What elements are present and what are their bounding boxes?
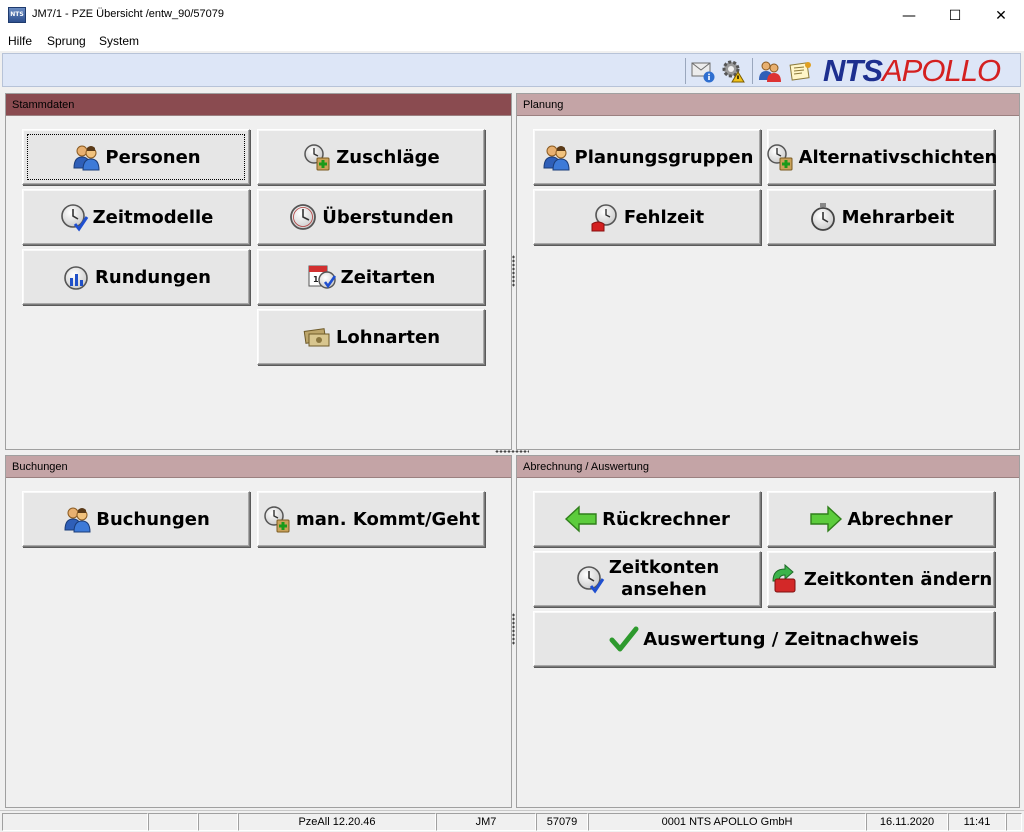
- horizontal-splitter-grip[interactable]: [495, 450, 529, 453]
- rundungen-label: Rundungen: [95, 266, 211, 288]
- clock-plus-icon: [302, 142, 332, 172]
- mehrarbeit-button[interactable]: Mehrarbeit: [767, 189, 995, 245]
- edit-account-icon: [770, 564, 800, 594]
- zuschlaege-label: Zuschläge: [336, 146, 440, 168]
- lohnarten-label: Lohnarten: [335, 326, 441, 348]
- toolbar-separator: [685, 58, 686, 84]
- zeitmodelle-button[interactable]: Zeitmodelle: [22, 189, 250, 245]
- panel-planung: Planung Planungsgruppen Alternativschich…: [516, 93, 1020, 450]
- clock-red-icon: [590, 202, 620, 232]
- status-user-id: 57079: [536, 813, 588, 831]
- zeitarten-button[interactable]: Zeitarten: [257, 249, 485, 305]
- zeitkonten-ansehen-label: Zeitkonten ansehen: [608, 557, 720, 600]
- zeitkonten-aendern-button[interactable]: Zeitkonten ändern: [767, 551, 995, 607]
- checkmark-icon: [609, 624, 639, 654]
- mehrarbeit-label: Mehrarbeit: [841, 206, 955, 228]
- mail-info-icon[interactable]: [691, 59, 715, 83]
- status-cell: [148, 813, 198, 831]
- menu-sprung[interactable]: Sprung: [47, 34, 86, 48]
- panel-header-buchungen: Buchungen: [6, 456, 511, 478]
- buchungen-button[interactable]: Buchungen: [22, 491, 250, 547]
- calendar-clock-icon: [307, 262, 337, 292]
- auswertung-zeitnachweis-label: Auswertung / Zeitnachweis: [643, 628, 919, 650]
- abrechner-label: Abrechner: [847, 508, 953, 530]
- rundungen-button[interactable]: Rundungen: [22, 249, 250, 305]
- alternativschichten-button[interactable]: Alternativschichten: [765, 129, 998, 185]
- notes-icon[interactable]: [789, 59, 813, 83]
- lohnarten-button[interactable]: Lohnarten: [257, 309, 485, 365]
- man-kommt-geht-label: man. Kommt/Geht: [296, 508, 480, 530]
- panel-header-abrechnung: Abrechnung / Auswertung: [517, 456, 1019, 478]
- planungsgruppen-label: Planungsgruppen: [574, 146, 754, 168]
- ueberstunden-button[interactable]: Überstunden: [257, 189, 485, 245]
- arrow-left-icon: [564, 504, 598, 534]
- clock-check-icon: [59, 202, 89, 232]
- status-time: 11:41: [948, 813, 1006, 831]
- fehlzeit-label: Fehlzeit: [623, 206, 705, 228]
- zeitkonten-ansehen-button[interactable]: Zeitkonten ansehen: [533, 551, 761, 607]
- window-title: JM7/1 - PZE Übersicht /entw_90/57079: [32, 8, 224, 20]
- stopwatch-icon: [808, 202, 838, 232]
- toolbar: NTSAPOLLO: [2, 53, 1021, 87]
- zeitkonten-aendern-label: Zeitkonten ändern: [803, 568, 993, 590]
- alternativschichten-label: Alternativschichten: [798, 146, 998, 168]
- auswertung-zeitnachweis-button[interactable]: Auswertung / Zeitnachweis: [533, 611, 995, 667]
- settings-warning-icon[interactable]: [721, 59, 745, 83]
- fehlzeit-button[interactable]: Fehlzeit: [533, 189, 761, 245]
- arrow-right-icon: [809, 504, 843, 534]
- panel-header-stammdaten: Stammdaten: [6, 94, 511, 116]
- panel-abrechnung: Abrechnung / Auswertung Rückrechner Abre…: [516, 455, 1020, 808]
- buchungen-label: Buchungen: [96, 508, 210, 530]
- status-cell: [198, 813, 238, 831]
- toolbar-separator: [752, 58, 753, 84]
- maximize-button[interactable]: ☐: [932, 0, 978, 31]
- clock-plus-icon: [765, 142, 795, 172]
- abrechner-button[interactable]: Abrechner: [767, 491, 995, 547]
- status-bar: PzeAll 12.20.46 JM7 57079 0001 NTS APOLL…: [0, 810, 1024, 832]
- planungsgruppen-button[interactable]: Planungsgruppen: [533, 129, 761, 185]
- money-icon: [302, 322, 332, 352]
- status-module: JM7: [436, 813, 536, 831]
- status-cell: [2, 813, 148, 831]
- status-cell: [1006, 813, 1022, 831]
- menu-hilfe[interactable]: Hilfe: [8, 34, 32, 48]
- vertical-splitter-grip-bottom[interactable]: [512, 613, 515, 645]
- gauge-icon: [61, 262, 91, 292]
- clock-plus-icon: [262, 504, 292, 534]
- menu-system[interactable]: System: [99, 34, 139, 48]
- close-button[interactable]: ✕: [978, 0, 1024, 31]
- menu-bar: Hilfe Sprung System: [0, 31, 1024, 51]
- title-bar: NTS JM7/1 - PZE Übersicht /entw_90/57079…: [0, 0, 1024, 31]
- personen-button[interactable]: Personen: [22, 129, 250, 185]
- rueckrechner-label: Rückrechner: [602, 508, 730, 530]
- users-icon[interactable]: [758, 59, 782, 83]
- persons-icon: [541, 142, 571, 172]
- app-icon: NTS: [8, 7, 26, 23]
- rueckrechner-button[interactable]: Rückrechner: [533, 491, 761, 547]
- clock-icon: [288, 202, 318, 232]
- panel-header-planung: Planung: [517, 94, 1019, 116]
- zeitarten-label: Zeitarten: [340, 266, 436, 288]
- zuschlaege-button[interactable]: Zuschläge: [257, 129, 485, 185]
- status-date: 16.11.2020: [866, 813, 948, 831]
- persons-icon: [62, 504, 92, 534]
- nts-apollo-logo: NTSAPOLLO: [823, 53, 1001, 88]
- clock-check-icon: [575, 564, 605, 594]
- man-kommt-geht-button[interactable]: man. Kommt/Geht: [257, 491, 485, 547]
- minimize-button[interactable]: —: [886, 0, 932, 31]
- vertical-splitter-grip-top[interactable]: [512, 255, 515, 287]
- status-version: PzeAll 12.20.46: [238, 813, 436, 831]
- ueberstunden-label: Überstunden: [322, 206, 454, 228]
- panel-buchungen: Buchungen Buchungen man. Kommt/Geht: [5, 455, 512, 808]
- zeitmodelle-label: Zeitmodelle: [92, 206, 214, 228]
- status-company: 0001 NTS APOLLO GmbH: [588, 813, 866, 831]
- panel-stammdaten: Stammdaten Personen Zuschläge Zeitmodell…: [5, 93, 512, 450]
